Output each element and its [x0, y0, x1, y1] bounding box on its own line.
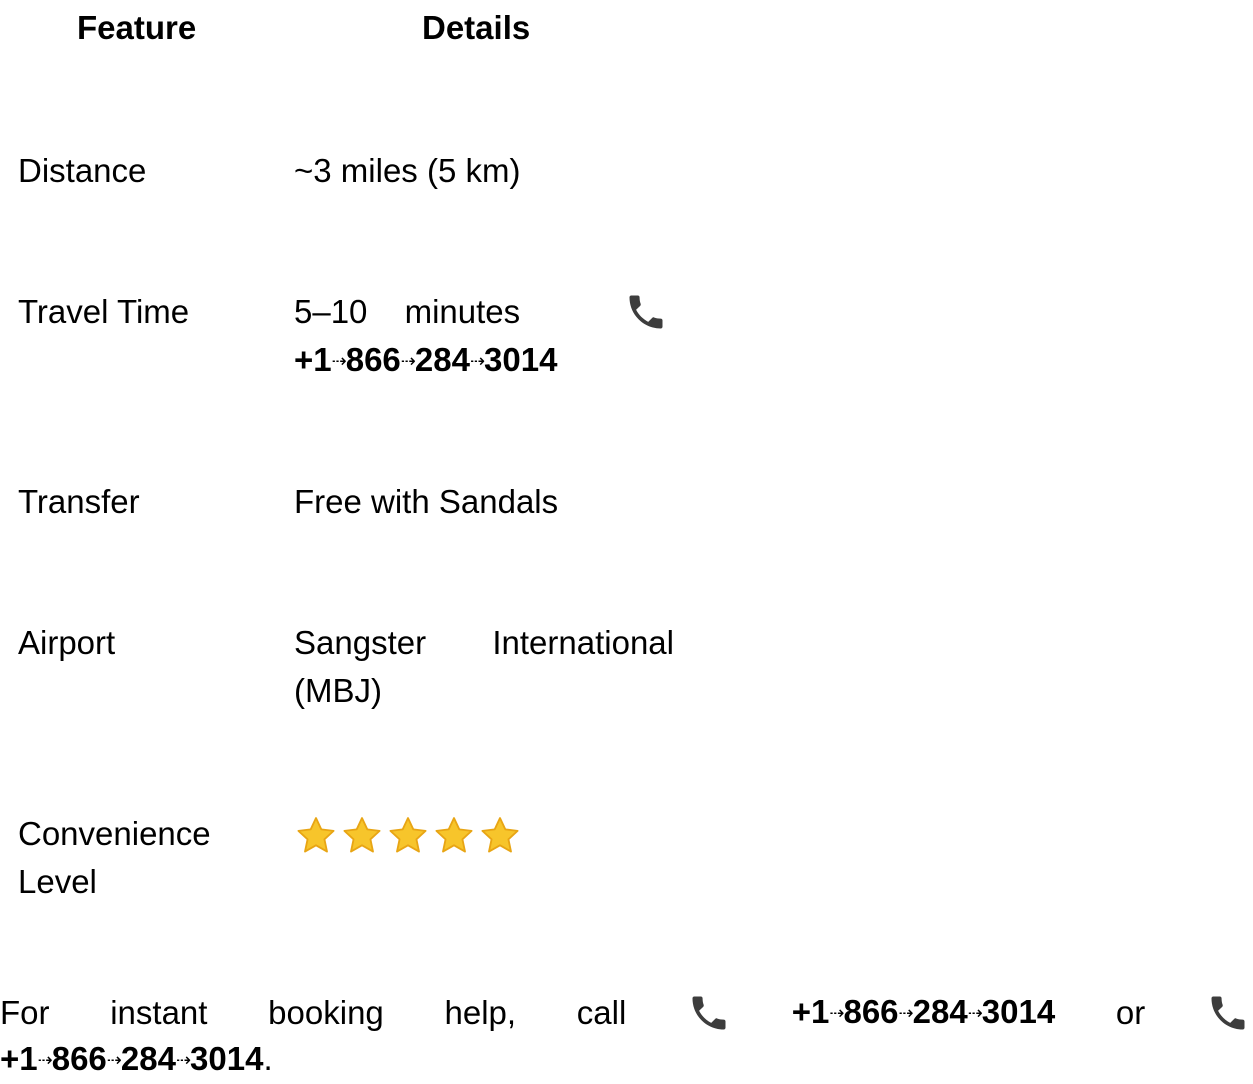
arrow-icon: ⇢	[175, 1050, 191, 1070]
paragraph-word: booking	[268, 993, 384, 1031]
detail-distance: ~3 miles (5 km)	[294, 152, 521, 189]
star-icon	[340, 814, 384, 858]
phone-part: 284	[912, 993, 968, 1030]
booking-help-line: +1⇢866⇢284⇢3014.	[0, 1035, 1253, 1084]
arrow-icon: ⇢	[37, 1050, 53, 1070]
arrow-icon: ⇢	[829, 1003, 844, 1023]
phone-part: 284	[120, 1040, 176, 1077]
paragraph-word: help,	[444, 993, 517, 1031]
booking-help-paragraph: For instant booking help, call +1⇢866⇢28…	[0, 988, 1253, 1084]
detail-transfer: Free with Sandals	[294, 483, 559, 520]
star-icon	[432, 814, 476, 858]
phone-part: 3014	[190, 1040, 264, 1077]
phone-part: 3014	[981, 993, 1056, 1030]
rating-stars	[294, 812, 674, 860]
column-header-feature: Feature	[77, 9, 197, 46]
phone-part: 3014	[484, 341, 558, 378]
paragraph-word: or	[1115, 993, 1146, 1031]
travel-time-phone-number[interactable]: +1⇢866⇢284⇢3014	[294, 336, 674, 385]
travel-time-text: 5–10 minutes	[294, 293, 521, 330]
detail-convenience-level	[294, 812, 674, 860]
phone-part: 866	[51, 1040, 107, 1077]
arrow-icon: ⇢	[331, 351, 347, 371]
phone-part: +1	[0, 1040, 38, 1077]
star-icon	[294, 814, 338, 858]
feature-convenience-level: Convenience Level	[18, 815, 211, 900]
phone-part: 866	[843, 993, 899, 1030]
feature-transfer: Transfer	[18, 483, 140, 520]
column-header-details: Details	[422, 9, 531, 46]
paragraph-word: instant	[110, 993, 208, 1031]
paragraph-word: For	[0, 993, 50, 1031]
arrow-icon: ⇢	[967, 1003, 983, 1023]
feature-airport: Airport	[18, 624, 116, 661]
footer-phone-number-2[interactable]: +1⇢866⇢284⇢3014	[0, 1040, 263, 1077]
arrow-icon: ⇢	[898, 1003, 914, 1023]
paragraph-period: .	[263, 1040, 273, 1077]
phone-icon	[624, 290, 668, 334]
phone-part: 284	[414, 341, 470, 378]
arrow-icon: ⇢	[469, 351, 485, 371]
footer-phone-number-1[interactable]: +1⇢866⇢284⇢3014	[792, 988, 1055, 1037]
detail-airport: Sangster International (MBJ)	[294, 624, 674, 709]
feature-travel-time: Travel Time	[18, 293, 190, 330]
feature-distance: Distance	[18, 152, 147, 189]
arrow-icon: ⇢	[106, 1050, 122, 1070]
star-icon	[478, 814, 522, 858]
paragraph-word: call	[576, 993, 627, 1031]
phone-part: +1	[791, 993, 830, 1030]
booking-help-line: For instant booking help, call +1⇢866⇢28…	[0, 988, 1250, 1037]
phone-icon	[687, 991, 731, 1035]
phone-icon	[1206, 991, 1250, 1035]
phone-part: +1	[294, 341, 332, 378]
detail-travel-time: 5–10 minutes +1⇢866⇢284⇢3014	[294, 288, 674, 385]
star-icon	[386, 814, 430, 858]
phone-part: 866	[345, 341, 401, 378]
arrow-icon: ⇢	[400, 351, 416, 371]
